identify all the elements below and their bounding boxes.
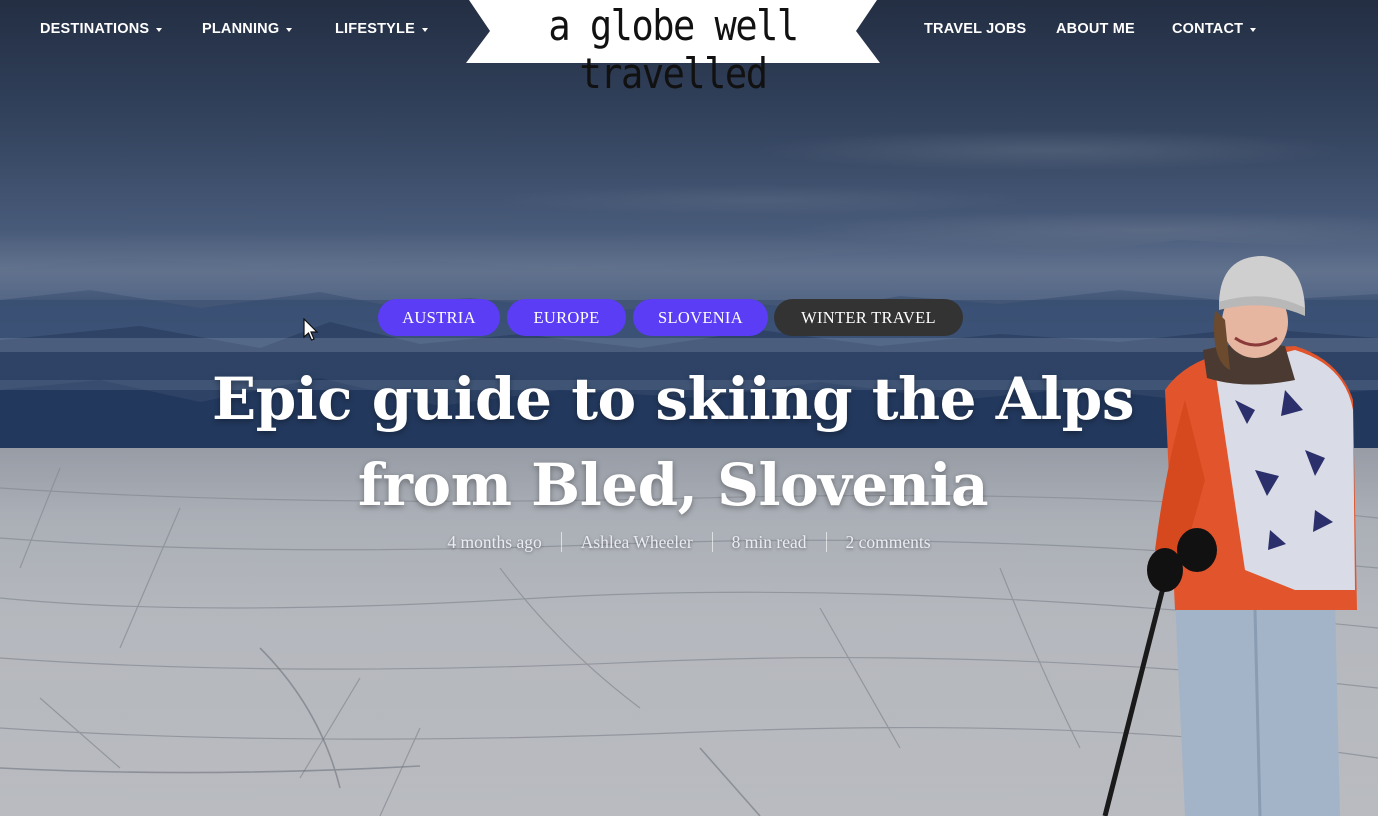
site-logo[interactable]: a globe well travelled	[466, 0, 880, 98]
logo-text: a globe well travelled	[548, 2, 799, 99]
meta-divider	[825, 532, 827, 552]
nav-planning[interactable]: PLANNING	[202, 20, 293, 38]
chevron-down-icon	[421, 27, 428, 32]
post-date: 4 months ago	[447, 531, 542, 552]
nav-label: CONTACT	[1172, 21, 1244, 37]
nav-travel-jobs[interactable]: TRAVEL JOBS	[924, 20, 1026, 38]
nav-label: ABOUT ME	[1056, 21, 1135, 37]
tag-europe[interactable]: EUROPE	[507, 299, 626, 336]
tag-slovenia[interactable]: SLOVENIA	[633, 299, 768, 336]
meta-divider	[711, 532, 713, 552]
nav-destinations[interactable]: DESTINATIONS	[40, 20, 163, 38]
post-title-line-1: Epic guide to skiing the Alps	[212, 365, 1135, 433]
nav-lifestyle[interactable]: LIFESTYLE	[335, 20, 428, 38]
mouse-cursor-icon	[303, 318, 319, 341]
post-comments-link[interactable]: 2 comments	[846, 532, 931, 553]
chevron-down-icon	[286, 27, 293, 32]
meta-divider	[560, 532, 562, 552]
post-read-time: 8 min read	[731, 531, 807, 552]
chevron-down-icon	[1250, 27, 1257, 32]
tag-winter-travel[interactable]: WINTER TRAVEL	[774, 299, 963, 336]
post-title-line-2: from Bled, Slovenia	[357, 451, 989, 519]
nav-label: TRAVEL JOBS	[924, 21, 1027, 37]
post-title: Epic guide to skiing the Alps from Bled,…	[150, 356, 1196, 528]
nav-contact[interactable]: CONTACT	[1172, 20, 1257, 38]
tag-austria[interactable]: AUSTRIA	[378, 299, 500, 336]
post-meta: 4 months ago Ashlea Wheeler 8 min read 2…	[0, 530, 1378, 554]
nav-label: DESTINATIONS	[40, 21, 150, 37]
nav-label: PLANNING	[202, 21, 280, 37]
chevron-down-icon	[156, 27, 163, 32]
nav-label: LIFESTYLE	[335, 21, 415, 37]
post-categories: AUSTRIA EUROPE SLOVENIA WINTER TRAVEL	[0, 299, 1378, 337]
nav-about-me[interactable]: ABOUT ME	[1056, 20, 1135, 38]
post-author-link[interactable]: Ashlea Wheeler	[581, 532, 693, 553]
